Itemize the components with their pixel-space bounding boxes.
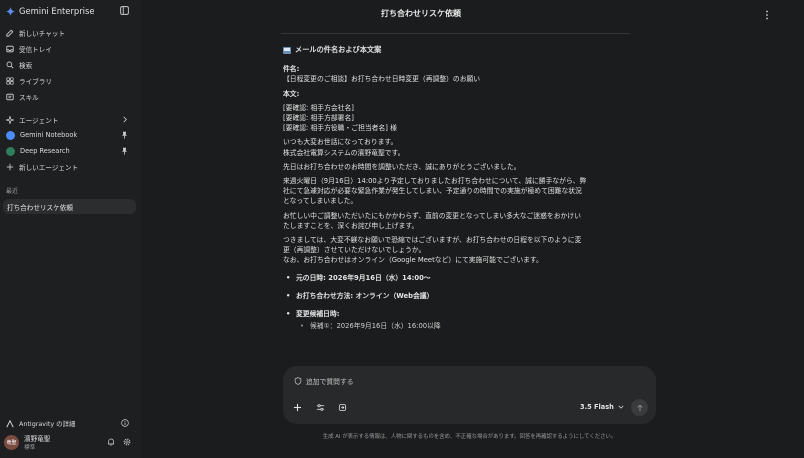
notebook-agent-icon [6, 130, 15, 140]
antigravity-label: Antigravity の詳細 [19, 420, 76, 428]
bell-icon[interactable] [107, 438, 115, 446]
subject-text: 【日程変更のご相談】お打ち合わせ日時変更（再調整）のお願い [283, 75, 481, 84]
arrow-up-icon [636, 404, 643, 411]
sidebar-item-new-chat[interactable]: 新しいチャット [6, 27, 65, 39]
user-profile[interactable]: 竜聖 濱野竜聖 標準 [4, 433, 50, 451]
body-label: 本文: [283, 89, 300, 98]
sidebar-item-skills[interactable]: スキル [6, 91, 39, 103]
paragraph-3-line: お忙しい中ご調整いただいたにもかかわらず、直前の変更となってしまい多大なご迷惑を… [283, 211, 581, 220]
pin-icon[interactable] [121, 147, 128, 155]
header-divider [281, 33, 630, 34]
antigravity-link[interactable]: Antigravity の詳細 [6, 418, 75, 429]
sub-list-item: 候補①：2026年9月16日（水）16:00以降 [283, 321, 633, 331]
inbox-icon [6, 45, 14, 53]
greeting: いつも大変お世話になっております。 [283, 138, 398, 147]
chevron-right-icon[interactable] [122, 116, 128, 123]
sidebar-item-agents[interactable]: エージェント [6, 114, 58, 126]
gear-icon[interactable] [123, 438, 131, 446]
paragraph-2-line: 来週火曜日（9月16日）14:00より予定しておりましたお打ち合わせについて、誠… [283, 177, 587, 186]
address-line: [要確認: 相手方部署名] [283, 114, 354, 123]
skills-icon [6, 93, 14, 101]
sidebar-item-deep-research[interactable]: Deep Research [6, 145, 70, 157]
paragraph-4-line: つきましては、大変不躾なお願いで恐縮ではございますが、お打ち合わせの日程を以下の… [283, 236, 582, 245]
list-item: お打ち合わせ方法: オンライン（Web会議） [283, 291, 633, 301]
send-button[interactable] [631, 399, 648, 416]
disclaimer: 生成 AI が表示する情報は、人物に関するものを含め、不正確な場合があります。回… [322, 434, 617, 440]
sidebar-item-label: 新しいエージェント [19, 164, 79, 172]
page-title: 打ち合わせリスケ依頼 [381, 9, 461, 18]
plus-icon [6, 163, 14, 171]
user-name: 濱野竜聖 [24, 435, 51, 443]
shield-icon [294, 377, 302, 385]
agent-icon [6, 116, 14, 124]
sidebar-item-label: スキル [19, 94, 39, 102]
section-title: メールの件名および本文案 [295, 45, 382, 54]
brand[interactable]: Gemini Enterprise [6, 5, 95, 17]
details-list: 元の日時: 2026年9月16日（水）14:00〜 お打ち合わせ方法: オンライ… [283, 273, 633, 332]
paragraph-3-line: たしますことを、深くお詫び申し上げます。 [283, 221, 419, 230]
paragraph-1: 先日はお打ち合わせのお時間を調整いただき、誠にありがとうございました。 [283, 162, 521, 171]
sidebar-toggle-icon[interactable] [120, 6, 129, 15]
brand-name: Gemini Enterprise [19, 6, 95, 16]
section-heading: メールの件名および本文案 [283, 45, 633, 55]
add-icon[interactable] [293, 403, 302, 412]
recent-chat-item[interactable]: 打ち合わせリスケ依頼 [3, 199, 136, 214]
sidebar-item-gemini-notebook[interactable]: Gemini Notebook [6, 129, 77, 141]
search-icon [6, 61, 14, 69]
paragraph-4-line: なお、お打ち合わせはオンライン（Google Meetなど）にて実施可能でござい… [283, 256, 543, 265]
sidebar-item-inbox[interactable]: 受信トレイ [6, 43, 52, 55]
connector-icon[interactable] [338, 403, 347, 412]
chevron-down-icon [618, 405, 624, 409]
subject-label: 件名: [283, 65, 300, 74]
paragraph-4-line: 更（再調整）させていただけないでしょうか。 [283, 246, 426, 255]
model-label: 3.5 Flash [580, 403, 614, 411]
list-item: 変更候補日時: [283, 309, 633, 319]
recent-section-label: 最近 [6, 188, 19, 195]
sidebar-item-library[interactable]: ライブラリ [6, 75, 52, 87]
response-content: メールの件名および本文案 件名: 【日程変更のご相談】お打ち合わせ日時変更（再調… [283, 45, 633, 363]
pin-icon[interactable] [121, 131, 128, 139]
sidebar-item-label: 受信トレイ [19, 46, 52, 54]
sidebar-item-label: 検索 [19, 62, 33, 70]
sidebar-item-label: エージェント [19, 117, 59, 125]
sidebar: Gemini Enterprise 新しいチャット 受信トレイ 検索 ライブラリ… [0, 0, 141, 458]
prompt-placeholder: 追加で質問する [306, 378, 354, 386]
sidebar-item-new-agent[interactable]: 新しいエージェント [6, 161, 78, 173]
new-chat-icon [6, 29, 14, 37]
sidebar-item-label: 新しいチャット [19, 30, 66, 38]
info-icon[interactable] [121, 419, 129, 427]
gemini-logo-icon [6, 6, 15, 16]
sidebar-item-label: Deep Research [20, 147, 70, 155]
sidebar-item-label: ライブラリ [19, 78, 52, 86]
deep-research-agent-icon [6, 146, 15, 156]
paragraph-2-line: となってしまいました。 [283, 197, 358, 206]
avatar: 竜聖 [4, 434, 19, 450]
more-options-icon[interactable] [764, 10, 770, 20]
prompt-input[interactable]: 追加で質問する [294, 376, 354, 386]
list-item: 元の日時: 2026年9月16日（水）14:00〜 [283, 273, 633, 283]
library-icon [6, 77, 14, 85]
antigravity-icon [6, 419, 14, 427]
user-plan: 標準 [24, 445, 36, 451]
model-selector[interactable]: 3.5 Flash [580, 403, 624, 411]
email-icon [283, 46, 291, 54]
address-line: [要確認: 相手方役職・ご担当者名] 様 [283, 124, 397, 133]
sidebar-item-search[interactable]: 検索 [6, 59, 32, 71]
sender-line: 株式会社電算システムの濱野竜聖です。 [283, 148, 405, 157]
composer[interactable]: 追加で質問する 3.5 Flash [283, 366, 656, 424]
address-line: [要確認: 相手方会社名] [283, 103, 354, 112]
sidebar-item-label: Gemini Notebook [20, 131, 78, 139]
tools-icon[interactable] [316, 403, 325, 412]
paragraph-2-line: 社にて急遽対応が必要な緊急作業が発生してしまい、予定通りの時間での実施が極めて困… [283, 187, 582, 196]
